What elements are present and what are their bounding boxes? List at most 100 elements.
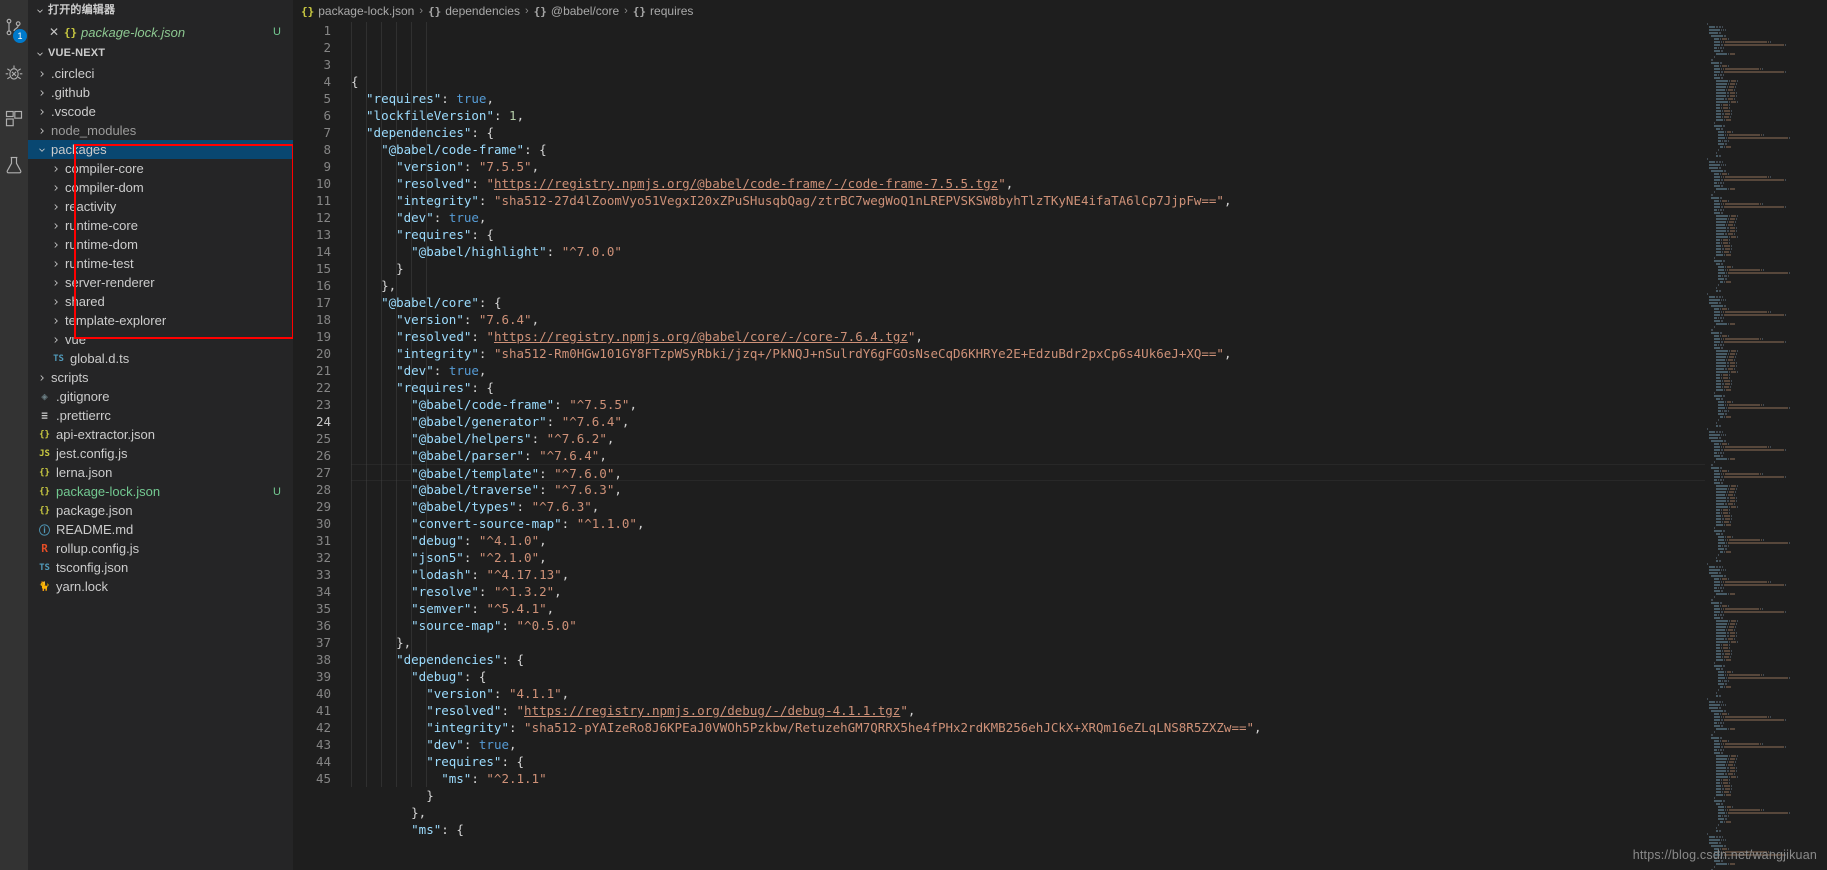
code-line[interactable]: "debug": {	[351, 668, 1827, 685]
tree-file-item[interactable]: {} package-lock.json U	[28, 482, 293, 501]
code-line[interactable]: "@babel/traverse": "^7.6.3",	[351, 481, 1827, 498]
breadcrumb-item[interactable]: {} requires	[633, 4, 694, 18]
code-line[interactable]: "requires": {	[351, 226, 1827, 243]
tree-file-item[interactable]: {} package.json	[28, 501, 293, 520]
code-token: "source-map"	[411, 618, 502, 633]
minimap-token	[1718, 160, 1722, 163]
breadcrumb-label: requires	[650, 4, 694, 18]
tree-folder-item[interactable]: node_modules	[28, 121, 293, 140]
code-line[interactable]: "@babel/highlight": "^7.0.0"	[351, 243, 1827, 260]
minimap[interactable]	[1705, 22, 1815, 870]
code-line[interactable]: "dev": true,	[351, 362, 1827, 379]
code-line[interactable]: "lodash": "^4.17.13",	[351, 566, 1827, 583]
code-line[interactable]: "resolved": "https://registry.npmjs.org/…	[351, 175, 1827, 192]
code-line[interactable]: "dependencies": {	[351, 124, 1827, 141]
code-line[interactable]: "@babel/helpers": "^7.6.2",	[351, 430, 1827, 447]
code-line[interactable]: },	[351, 277, 1827, 294]
code-line[interactable]: },	[351, 634, 1827, 651]
tree-folder-item[interactable]: vue	[28, 330, 293, 349]
tree-file-item[interactable]: {} lerna.json	[28, 463, 293, 482]
tree-folder-item[interactable]: template-explorer	[28, 311, 293, 330]
minimap-token	[1725, 607, 1760, 610]
tree-file-item[interactable]: ◈ .gitignore	[28, 387, 293, 406]
minimap-token	[1715, 778, 1721, 781]
code-line[interactable]: }	[351, 787, 1827, 804]
tree-folder-item[interactable]: .github	[28, 83, 293, 102]
code-line[interactable]: "version": "7.6.4",	[351, 311, 1827, 328]
overview-ruler[interactable]	[1815, 22, 1827, 870]
code-line[interactable]: "@babel/code-frame": "^7.5.5",	[351, 396, 1827, 413]
code-line[interactable]: "integrity": "sha512-27d4lZoomVyo51VegxI…	[351, 192, 1827, 209]
tree-file-item[interactable]: JS jest.config.js	[28, 444, 293, 463]
tree-file-item[interactable]: ⓘ README.md	[28, 520, 293, 539]
code-line[interactable]: "resolve": "^1.3.2",	[351, 583, 1827, 600]
code-line[interactable]: "semver": "^5.4.1",	[351, 600, 1827, 617]
code-line[interactable]: "@babel/core": {	[351, 294, 1827, 311]
code-line[interactable]: "requires": {	[351, 753, 1827, 770]
code-line[interactable]: "ms": "^2.1.1"	[351, 770, 1827, 787]
tree-file-item[interactable]: 🐈 yarn.lock	[28, 577, 293, 596]
code-line[interactable]: "@babel/generator": "^7.6.4",	[351, 413, 1827, 430]
breadcrumb-item[interactable]: {} @babel/core	[534, 4, 619, 18]
tree-file-item[interactable]: ≡ .prettierrc	[28, 406, 293, 425]
code-line[interactable]: "@babel/parser": "^7.6.4",	[351, 447, 1827, 464]
breadcrumb-item[interactable]: {} package-lock.json	[301, 4, 414, 18]
workspace-root-header[interactable]: VUE-NEXT	[28, 43, 293, 64]
code-line[interactable]: {	[351, 73, 1827, 90]
minimap-token	[1720, 61, 1723, 64]
tree-folder-item[interactable]: runtime-test	[28, 254, 293, 273]
code-line[interactable]: "integrity": "sha512-Rm0HGw101GY8FTzpWSy…	[351, 345, 1827, 362]
code-line[interactable]: "ms": {	[351, 821, 1827, 838]
tree-folder-item[interactable]: .circleci	[28, 64, 293, 83]
tree-file-item[interactable]: Rrollup.config.js	[28, 539, 293, 558]
code-line[interactable]: "debug": "^4.1.0",	[351, 532, 1827, 549]
code-line[interactable]: "@babel/types": "^7.6.3",	[351, 498, 1827, 515]
tree-folder-item[interactable]: scripts	[28, 368, 293, 387]
source-control-icon[interactable]: 1	[0, 4, 28, 50]
code-token: : {	[524, 142, 547, 157]
code-line[interactable]: "dependencies": {	[351, 651, 1827, 668]
code-line[interactable]: "dev": true,	[351, 736, 1827, 753]
tree-folder-item[interactable]: runtime-core	[28, 216, 293, 235]
tree-folder-item[interactable]: runtime-dom	[28, 235, 293, 254]
code-line[interactable]: "json5": "^2.1.0",	[351, 549, 1827, 566]
tree-folder-item[interactable]: shared	[28, 292, 293, 311]
code-line[interactable]: "version": "4.1.1",	[351, 685, 1827, 702]
minimap-token	[1784, 43, 1786, 46]
code-viewport[interactable]: 1 2 3 4 5 6 7 8 9 10 11 12 13 14 15 16 17 18 19 20 21 22 23 24 2…	[293, 22, 1827, 870]
debug-icon[interactable]	[0, 50, 28, 96]
code-line[interactable]: "requires": true,	[351, 90, 1827, 107]
tree-folder-item[interactable]: packages	[28, 140, 293, 159]
code-line[interactable]: "resolved": "https://registry.npmjs.org/…	[351, 702, 1827, 719]
beaker-icon[interactable]	[0, 142, 28, 188]
open-editors-header[interactable]: 打开的编辑器	[28, 0, 293, 21]
code-line[interactable]: "@babel/template": "^7.6.0",	[351, 464, 1827, 481]
code-line[interactable]: "source-map": "^0.5.0"	[351, 617, 1827, 634]
tree-file-item[interactable]: {} api-extractor.json	[28, 425, 293, 444]
code-line[interactable]: "resolved": "https://registry.npmjs.org/…	[351, 328, 1827, 345]
code-line[interactable]: "lockfileVersion": 1,	[351, 107, 1827, 124]
tree-folder-item[interactable]: compiler-core	[28, 159, 293, 178]
code-line[interactable]: }	[351, 260, 1827, 277]
tree-file-item[interactable]: TS global.d.ts	[28, 349, 293, 368]
code-line[interactable]: "@babel/code-frame": {	[351, 141, 1827, 158]
tree-folder-item[interactable]: reactivity	[28, 197, 293, 216]
code-line[interactable]: "version": "7.5.5",	[351, 158, 1827, 175]
code-line[interactable]: "integrity": "sha512-pYAIzeRo8J6KPEaJ0VW…	[351, 719, 1827, 736]
close-icon[interactable]: ✕	[46, 25, 62, 39]
minimap-token	[1725, 367, 1727, 370]
code-line[interactable]: },	[351, 804, 1827, 821]
tree-folder-item[interactable]: .vscode	[28, 102, 293, 121]
minimap-token	[1715, 370, 1729, 373]
code-line[interactable]: "convert-source-map": "^1.1.0",	[351, 515, 1827, 532]
tree-folder-item[interactable]: compiler-dom	[28, 178, 293, 197]
code-line[interactable]: "dev": true,	[351, 209, 1827, 226]
minimap-token	[1784, 583, 1786, 586]
tree-file-item[interactable]: TS tsconfig.json	[28, 558, 293, 577]
code-line[interactable]: "requires": {	[351, 379, 1827, 396]
tree-folder-item[interactable]: server-renderer	[28, 273, 293, 292]
minimap-token	[1721, 205, 1723, 208]
extensions-icon[interactable]	[0, 96, 28, 142]
open-editor-item[interactable]: ✕ {} package-lock.json U	[28, 21, 293, 43]
breadcrumb-item[interactable]: {} dependencies	[428, 4, 520, 18]
